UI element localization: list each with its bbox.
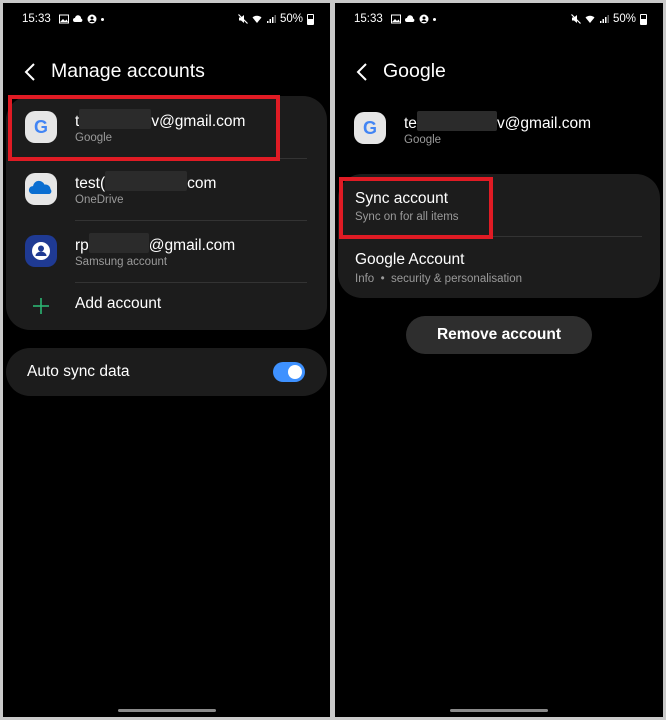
wifi-icon	[252, 15, 262, 23]
auto-sync-label: Auto sync data	[27, 363, 130, 380]
add-account-label: Add account	[75, 295, 162, 312]
back-arrow-icon[interactable]	[353, 61, 373, 83]
battery-percent: 50%	[612, 13, 636, 25]
auto-sync-card[interactable]: Auto sync data	[6, 348, 327, 396]
svg-text:G: G	[363, 118, 377, 138]
cloud-icon	[405, 15, 415, 22]
remove-account-button[interactable]: Remove account	[406, 316, 592, 354]
highlight-box	[8, 95, 280, 161]
page-title: Manage accounts	[51, 60, 205, 82]
status-time: 15:33	[22, 13, 51, 25]
redacted-text	[416, 111, 497, 131]
gallery-icon	[59, 14, 69, 24]
status-time: 15:33	[354, 13, 383, 25]
google-account-header: G te v@gmail.com Google	[335, 102, 663, 162]
account-icon	[419, 14, 429, 24]
account-type: OneDrive	[75, 194, 124, 206]
mute-icon	[238, 14, 248, 24]
status-bar: 15:33 50%	[3, 11, 330, 27]
page-title: Google	[383, 60, 446, 82]
home-indicator	[117, 709, 216, 712]
app-bar: Manage accounts	[3, 57, 330, 87]
auto-sync-toggle[interactable]	[273, 362, 305, 382]
mute-icon	[571, 14, 581, 24]
account-email: rp @gmail.com	[75, 233, 235, 255]
gallery-icon	[391, 14, 401, 24]
add-account-row[interactable]: Add account	[6, 282, 327, 330]
app-bar: Google	[335, 57, 663, 87]
account-row-samsung[interactable]: rp @gmail.com Samsung account	[6, 220, 327, 282]
account-icon	[87, 14, 97, 24]
notification-dot	[433, 17, 436, 21]
signal-icon	[266, 15, 276, 23]
battery-icon	[307, 13, 314, 25]
manage-accounts-screen: 15:33 50% Manage accounts G t v@gmail.com…	[3, 3, 330, 717]
signal-icon	[599, 15, 609, 23]
redacted-text	[105, 171, 188, 191]
google-account-row[interactable]: Google Account Info • security & persona…	[338, 236, 660, 298]
highlight-box	[339, 177, 493, 239]
google-account-subtitle: Info • security & personalisation	[355, 273, 523, 285]
onedrive-cloud-icon	[25, 173, 57, 205]
notification-dot	[101, 17, 104, 21]
wifi-icon	[585, 15, 595, 23]
home-indicator	[450, 709, 548, 712]
account-type: Google	[404, 134, 442, 146]
battery-icon	[640, 13, 647, 25]
account-email: test(com	[75, 171, 216, 193]
account-row-onedrive[interactable]: test(com OneDrive	[6, 158, 327, 220]
google-account-title: Google Account	[355, 251, 465, 268]
battery-percent: 50%	[279, 13, 303, 25]
account-email: te v@gmail.com	[404, 111, 591, 133]
back-arrow-icon[interactable]	[21, 61, 41, 83]
google-logo-icon: G	[354, 112, 386, 144]
account-type: Samsung account	[75, 256, 168, 268]
plus-icon	[33, 298, 49, 314]
redacted-text	[88, 233, 149, 253]
google-account-screen: 15:33 50% Google G te v@gmail.com Google …	[335, 3, 663, 717]
cloud-icon	[73, 15, 83, 22]
status-bar: 15:33 50%	[335, 11, 663, 27]
samsung-account-icon	[25, 235, 57, 267]
